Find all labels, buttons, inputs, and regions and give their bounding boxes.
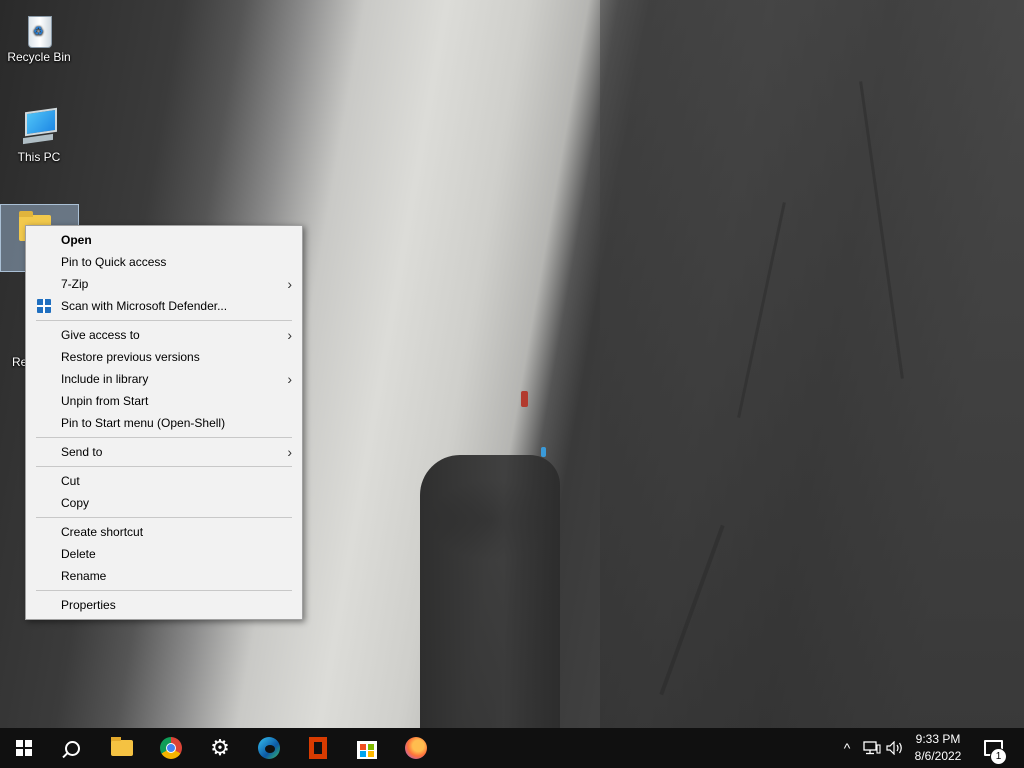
menu-item-restore-previous-versions[interactable]: Restore previous versions — [26, 346, 302, 368]
menu-item-label: Pin to Start menu (Open-Shell) — [61, 416, 226, 430]
defender-shield-icon — [37, 299, 51, 313]
menu-item-create-shortcut[interactable]: Create shortcut — [26, 521, 302, 543]
microsoft-store-icon — [357, 741, 377, 759]
notification-count-badge: 1 — [990, 748, 1007, 765]
gear-icon: ⚙ — [210, 735, 230, 760]
menu-item-properties[interactable]: Properties — [26, 594, 302, 616]
clock-date: 8/6/2022 — [914, 749, 962, 763]
menu-item-label: Send to — [61, 445, 103, 459]
show-hidden-icons-button[interactable]: ^ — [836, 728, 858, 768]
menu-item-cut[interactable]: Cut — [26, 470, 302, 492]
submenu-arrow-icon: › — [287, 371, 292, 387]
file-explorer-button[interactable] — [98, 728, 146, 768]
menu-separator — [36, 590, 292, 591]
menu-item-include-in-library[interactable]: Include in library › — [26, 368, 302, 390]
file-explorer-icon — [111, 737, 133, 756]
menu-item-label: Pin to Quick access — [61, 255, 167, 269]
desktop-icon-label: This PC — [17, 150, 61, 164]
menu-item-label: 7-Zip — [61, 277, 89, 291]
menu-item-label: Give access to — [61, 328, 140, 342]
firefox-button[interactable] — [392, 728, 440, 768]
clock-time: 9:33 PM — [915, 732, 961, 746]
context-menu: Open Pin to Quick access 7-Zip › Scan wit… — [25, 225, 303, 620]
menu-item-open[interactable]: Open — [26, 229, 302, 251]
menu-item-label: Rename — [61, 569, 107, 583]
menu-item-unpin-from-start[interactable]: Unpin from Start — [26, 390, 302, 412]
chevron-up-icon: ^ — [843, 740, 851, 756]
climber-figure — [521, 391, 528, 407]
menu-item-give-access-to[interactable]: Give access to › — [26, 324, 302, 346]
edge-button[interactable] — [245, 728, 293, 768]
submenu-arrow-icon: › — [287, 276, 292, 292]
network-icon — [863, 741, 881, 755]
start-button[interactable] — [0, 728, 48, 768]
menu-item-label: Cut — [61, 474, 80, 488]
desktop-icon-recycle-bin[interactable]: ♻ Recycle Bin — [1, 8, 77, 64]
menu-item-label: Create shortcut — [61, 525, 144, 539]
store-button[interactable] — [343, 728, 391, 768]
climber-figure — [541, 447, 546, 457]
menu-item-label: Properties — [61, 598, 116, 612]
menu-separator — [36, 466, 292, 467]
firefox-icon — [405, 737, 427, 759]
submenu-arrow-icon: › — [287, 327, 292, 343]
wallpaper-rock-face — [600, 0, 1024, 728]
menu-item-label: Unpin from Start — [61, 394, 149, 408]
menu-item-label: Include in library — [61, 372, 149, 386]
desktop-icon-label: Recycle Bin — [7, 50, 71, 64]
taskbar: ⚙ ^ 9:33 PM 8/6/2022 1 — [0, 728, 1024, 768]
menu-item-copy[interactable]: Copy — [26, 492, 302, 514]
menu-item-send-to[interactable]: Send to › — [26, 441, 302, 463]
menu-item-delete[interactable]: Delete — [26, 543, 302, 565]
submenu-arrow-icon: › — [287, 444, 292, 460]
search-icon — [64, 740, 80, 756]
taskbar-clock[interactable]: 9:33 PM 8/6/2022 — [902, 731, 974, 765]
chrome-button[interactable] — [147, 728, 195, 768]
menu-separator — [36, 437, 292, 438]
this-pc-icon — [19, 107, 59, 148]
menu-item-label: Restore previous versions — [61, 350, 200, 364]
menu-item-label: Scan with Microsoft Defender... — [61, 299, 228, 313]
wallpaper-dark-boulder — [420, 455, 560, 728]
menu-item-scan-with-defender[interactable]: Scan with Microsoft Defender... — [26, 295, 302, 317]
network-button[interactable] — [860, 728, 884, 768]
menu-separator — [36, 320, 292, 321]
action-center-button[interactable]: 1 — [980, 728, 1024, 768]
recycle-bin-icon: ♻ — [19, 8, 59, 48]
settings-button[interactable]: ⚙ — [196, 728, 244, 768]
menu-item-label: Copy — [61, 496, 90, 510]
chrome-icon — [160, 737, 182, 759]
menu-separator — [36, 517, 292, 518]
menu-item-label: Open — [61, 233, 92, 247]
menu-item-rename[interactable]: Rename — [26, 565, 302, 587]
desktop-icon-this-pc[interactable]: This PC — [1, 107, 77, 164]
menu-item-label: Delete — [61, 547, 96, 561]
menu-item-pin-to-quick-access[interactable]: Pin to Quick access — [26, 251, 302, 273]
edge-icon — [258, 737, 280, 759]
office-button[interactable] — [294, 728, 342, 768]
office-icon — [309, 737, 327, 759]
menu-item-pin-to-start-open-shell[interactable]: Pin to Start menu (Open-Shell) — [26, 412, 302, 434]
windows-logo-icon — [16, 740, 32, 756]
menu-item-7zip[interactable]: 7-Zip › — [26, 273, 302, 295]
search-button[interactable] — [48, 728, 96, 768]
